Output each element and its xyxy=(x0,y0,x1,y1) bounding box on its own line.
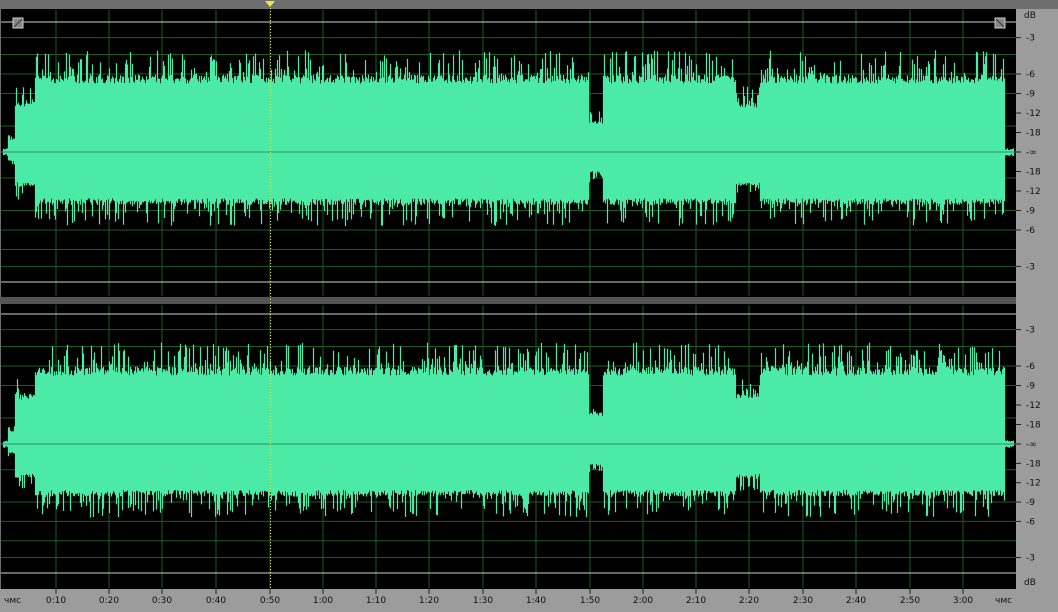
db-tick-label: -12 xyxy=(1026,187,1041,197)
waveform-channel-2 xyxy=(2,342,1015,518)
time-tick-label: 0:10 xyxy=(46,596,66,606)
time-tick-label: 0:20 xyxy=(99,596,119,606)
time-tick-label: 0:40 xyxy=(206,596,226,606)
time-unit-left: чмс xyxy=(4,596,21,606)
time-tick-label: 1:10 xyxy=(366,596,386,606)
time-tick-label: 0:30 xyxy=(152,596,172,606)
waveform-display[interactable]: -3 -6 -9 -12 -18 -∞ -18 -12 -9 -6 -3 -3 -6 -9 -12 -18 -∞… xyxy=(0,0,1058,612)
db-tick-label: -18 xyxy=(1026,168,1041,178)
db-tick-label: -6 xyxy=(1026,226,1035,236)
db-unit-bottom: dB xyxy=(1024,578,1036,588)
waveform-editor[interactable]: -3 -6 -9 -12 -18 -∞ -18 -12 -9 -6 -3 -3 -6 -9 -12 -18 -∞… xyxy=(0,0,1058,612)
db-tick-label: -6 xyxy=(1026,70,1035,80)
time-tick-label: 2:50 xyxy=(900,596,920,606)
time-tick-label: 1:50 xyxy=(580,596,600,606)
scroll-handle-right-icon[interactable] xyxy=(994,17,1006,29)
db-tick-label: -3 xyxy=(1026,554,1035,564)
db-tick-label: -12 xyxy=(1026,109,1041,119)
db-tick-label: -3 xyxy=(1026,34,1035,44)
time-tick-label: 2:20 xyxy=(739,596,759,606)
time-tick-label: 2:30 xyxy=(793,596,813,606)
time-tick-label: 2:40 xyxy=(846,596,866,606)
db-tick-label: -12 xyxy=(1026,401,1041,411)
time-tick-label: 3:00 xyxy=(953,596,973,606)
db-tick-label: -∞ xyxy=(1026,148,1037,158)
db-tick-label: -9 xyxy=(1026,382,1035,392)
db-tick-label: -9 xyxy=(1026,90,1035,100)
time-unit-right: чмс xyxy=(995,596,1012,606)
time-tick-label: 1:30 xyxy=(473,596,493,606)
db-tick-label: -6 xyxy=(1026,362,1035,372)
db-tick-label: -9 xyxy=(1026,498,1035,508)
channel-divider xyxy=(0,297,1016,304)
time-tick-label: 2:10 xyxy=(686,596,706,606)
db-tick-label: -3 xyxy=(1026,326,1035,336)
time-tick-label: 2:00 xyxy=(633,596,653,606)
db-tick-label: -6 xyxy=(1026,517,1035,527)
scroll-handle-left-icon[interactable] xyxy=(12,17,24,29)
db-tick-label: -18 xyxy=(1026,421,1041,431)
db-tick-label: -18 xyxy=(1026,129,1041,139)
db-unit-top: dB xyxy=(1024,11,1036,21)
time-tick-label: 0:50 xyxy=(260,596,280,606)
time-tick-label: 1:00 xyxy=(313,596,333,606)
db-tick-label: -18 xyxy=(1026,459,1041,469)
db-tick-label: -9 xyxy=(1026,207,1035,217)
db-tick-label: -12 xyxy=(1026,479,1041,489)
db-tick-label: -∞ xyxy=(1026,440,1037,450)
db-tick-label: -3 xyxy=(1026,262,1035,272)
time-tick-label: 1:20 xyxy=(419,596,439,606)
db-ruler xyxy=(1016,9,1058,590)
time-tick-label: 1:40 xyxy=(526,596,546,606)
